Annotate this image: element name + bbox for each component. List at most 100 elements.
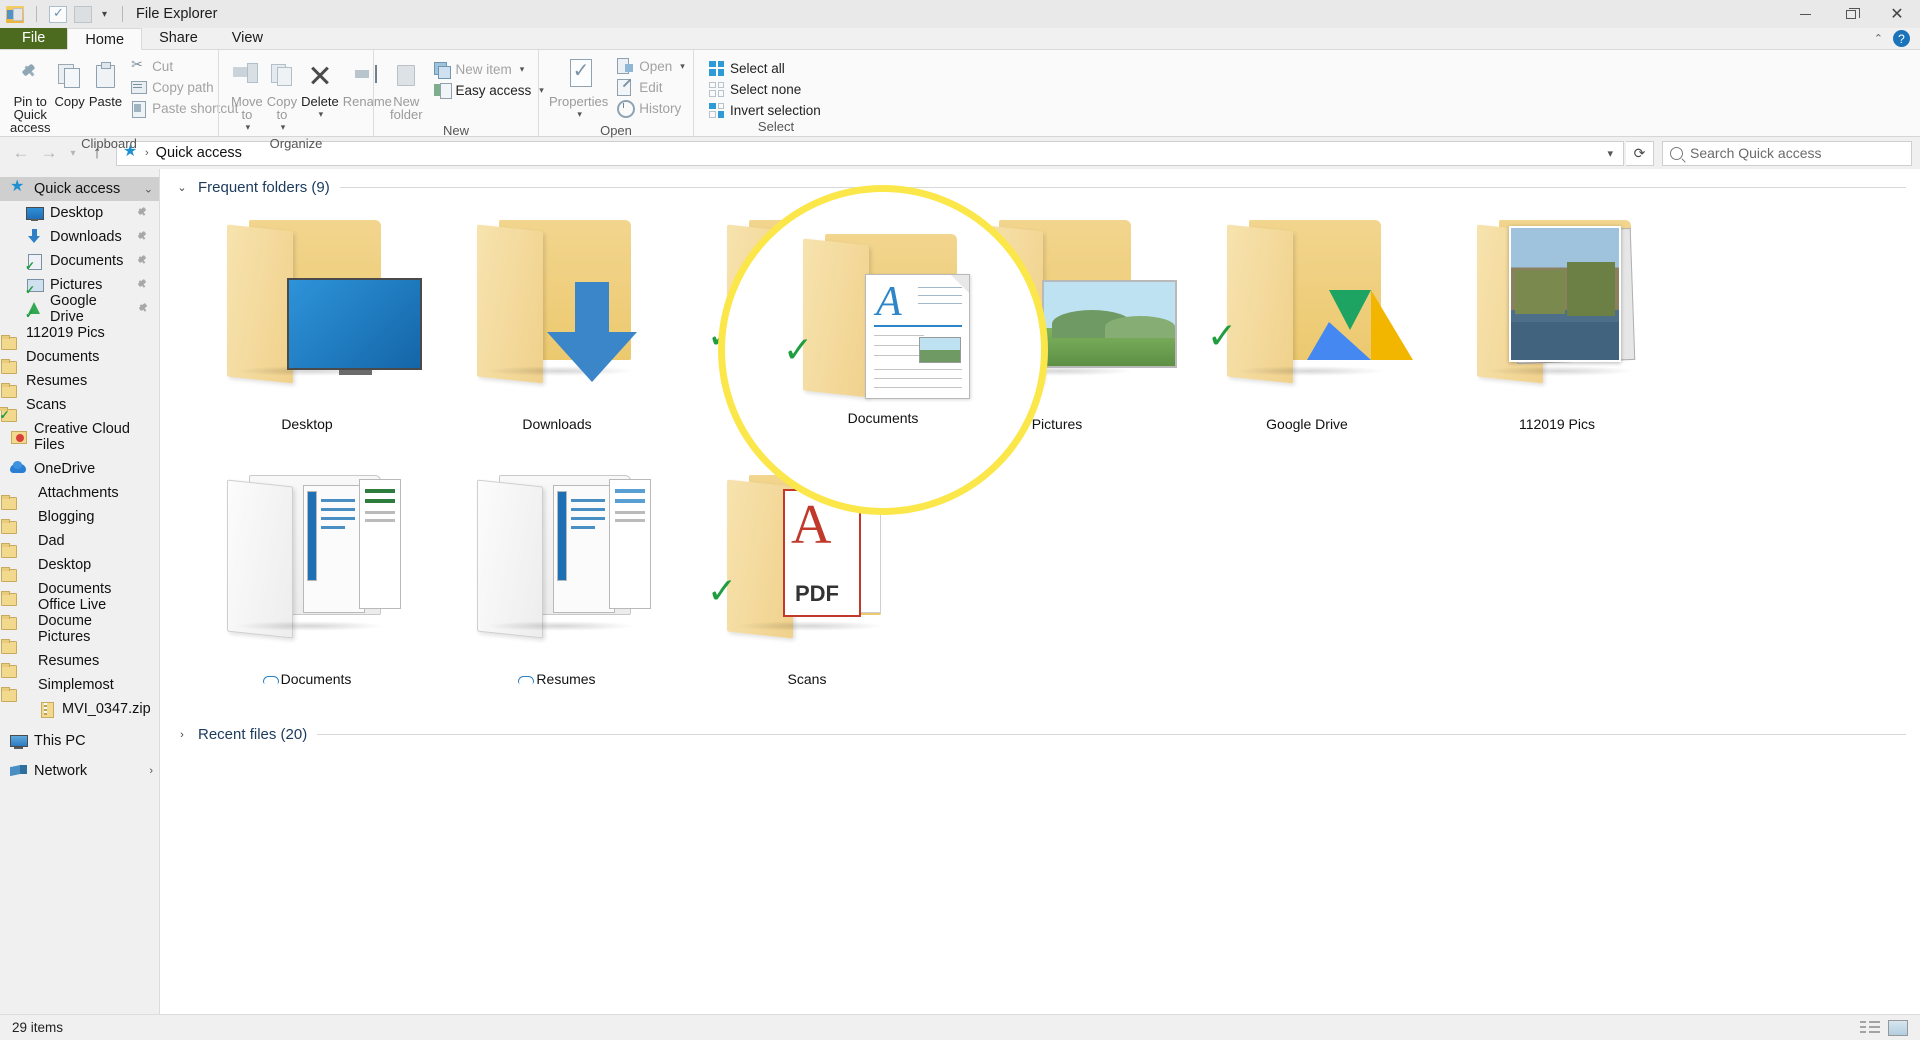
sidebar-label: MVI_0347.zip <box>62 701 151 717</box>
open-button[interactable]: Open ▾ <box>614 57 688 75</box>
sidebar-item-blogging[interactable]: Blogging <box>0 505 159 534</box>
help-icon[interactable]: ? <box>1893 30 1910 47</box>
folder-tile-desktop[interactable]: Desktop <box>182 206 432 461</box>
folder-label: Scans <box>787 671 827 687</box>
delete-button[interactable]: Delete ▾ <box>299 56 341 123</box>
sidebar-label: Downloads <box>50 229 122 245</box>
sidebar-item-desktop-onedrive[interactable]: Desktop <box>0 553 159 582</box>
sidebar-item-mvi-0347-zip[interactable]: MVI_0347.zip <box>0 697 159 721</box>
chevron-down-icon[interactable]: ⌄ <box>176 181 188 194</box>
sidebar-item-scans[interactable]: Scans <box>0 393 159 422</box>
chevron-right-icon[interactable]: › <box>176 729 188 741</box>
tab-share[interactable]: Share <box>142 27 215 49</box>
sidebar-item-downloads[interactable]: Downloads <box>0 225 159 249</box>
details-view-icon[interactable] <box>1860 1020 1880 1036</box>
select-none-button[interactable]: Select none <box>706 80 824 98</box>
folder-tile-scans[interactable]: A PDF Scans <box>682 461 932 716</box>
sidebar-item-resumes[interactable]: Resumes <box>0 369 159 398</box>
move-to-button[interactable]: Move to ▾ <box>229 56 265 136</box>
copy-button[interactable]: Copy <box>52 56 86 110</box>
sidebar-item-quick-access[interactable]: Quick access ⌄ <box>0 176 159 201</box>
sidebar-item-dad[interactable]: Dad <box>0 529 159 558</box>
paste-button[interactable]: Paste <box>87 56 124 110</box>
select-all-button[interactable]: Select all <box>706 59 824 77</box>
tab-file[interactable]: File <box>0 27 68 49</box>
invert-selection-label: Invert selection <box>730 102 821 118</box>
sidebar-item-onedrive[interactable]: OneDrive <box>0 457 159 481</box>
folder-tile-112019-pics[interactable]: 112019 Pics <box>1432 206 1682 461</box>
easy-access-button[interactable]: Easy access ▾ <box>431 81 547 99</box>
easy-access-label: Easy access <box>455 82 532 98</box>
sidebar-item-112019-pics[interactable]: 112019 Pics <box>0 321 159 350</box>
divider <box>36 6 37 22</box>
copy-to-icon <box>268 62 296 88</box>
chevron-down-icon[interactable]: ▾ <box>99 9 110 20</box>
folder-art: A <box>682 206 932 416</box>
sidebar-item-attachments[interactable]: Attachments <box>0 481 159 510</box>
tab-home[interactable]: Home <box>67 28 143 50</box>
folder-tile-documents[interactable]: A ✓ Documents <box>682 206 932 461</box>
folder-tile-pictures[interactable]: Pictures <box>932 206 1182 461</box>
edit-button[interactable]: Edit <box>614 78 688 96</box>
history-icon <box>617 100 636 118</box>
folder-label: Pictures <box>1031 416 1083 432</box>
chevron-right-icon[interactable]: › <box>149 765 153 777</box>
sidebar-item-office-live-documents[interactable]: Office Live Docume <box>0 597 159 630</box>
chevron-down-icon[interactable]: ⌄ <box>144 183 153 196</box>
history-button[interactable]: History <box>614 99 688 118</box>
cloud-icon <box>262 674 279 684</box>
refresh-button[interactable]: ⟳ <box>1626 140 1654 166</box>
folder-art <box>932 206 1182 416</box>
properties-icon[interactable] <box>49 5 67 23</box>
new-item-button[interactable]: New item ▾ <box>431 60 547 79</box>
chevron-down-icon[interactable]: ▾ <box>1603 147 1617 160</box>
section-header-recent-files[interactable]: › Recent files (20) <box>172 716 1920 747</box>
new-folder-icon[interactable] <box>74 5 92 23</box>
sidebar-item-google-drive[interactable]: Google Drive <box>0 293 159 325</box>
copy-path-icon <box>131 80 148 95</box>
cut-label: Cut <box>152 58 174 74</box>
copy-to-button[interactable]: Copy to ▾ <box>265 56 299 136</box>
sidebar-item-resumes-onedrive[interactable]: Resumes <box>0 649 159 678</box>
sidebar-item-network[interactable]: Network › <box>0 759 159 783</box>
chevron-down-icon: ▾ <box>245 122 251 132</box>
tab-view[interactable]: View <box>215 27 280 49</box>
folder-tile-google-drive[interactable]: Google Drive <box>1182 206 1432 461</box>
sidebar-item-documents[interactable]: Documents <box>0 249 159 273</box>
close-button[interactable]: ✕ <box>1874 0 1920 28</box>
large-icons-view-icon[interactable] <box>1888 1019 1908 1036</box>
chevron-down-icon: ▾ <box>680 60 685 71</box>
folder-tile-downloads[interactable]: Downloads <box>432 206 682 461</box>
sidebar-item-this-pc[interactable]: This PC <box>0 729 159 753</box>
document-thumbnail: A <box>789 260 894 385</box>
pin-to-quick-access-button[interactable]: Pin to Quick access <box>8 56 52 136</box>
frequent-folders-grid: Desktop Downloads A ✓ Documents ✓ Pictur… <box>172 200 1920 716</box>
properties-button[interactable]: Properties ▾ <box>547 56 610 123</box>
onedrive-icon <box>10 461 27 477</box>
sidebar-item-pictures-onedrive[interactable]: Pictures <box>0 625 159 654</box>
section-header-frequent-folders[interactable]: ⌄ Frequent folders (9) <box>172 169 1920 200</box>
sidebar-item-documents-2[interactable]: Documents <box>0 345 159 374</box>
sidebar-item-desktop[interactable]: Desktop <box>0 201 159 225</box>
new-folder-button[interactable]: New folder <box>388 56 425 123</box>
ribbon-group-open: Properties ▾ Open ▾ Edit History Op <box>538 50 693 138</box>
new-folder-icon <box>393 62 419 88</box>
title-bar: ▾ File Explorer ✕ <box>0 0 1920 28</box>
sidebar-item-creative-cloud-files[interactable]: Creative Cloud Files <box>0 421 159 453</box>
maximize-button[interactable] <box>1828 0 1874 28</box>
pin-to-quick-access-label: Pin to Quick access <box>10 94 51 135</box>
sidebar-label: Quick access <box>34 181 121 197</box>
sidebar-item-simplemost[interactable]: Simplemost <box>0 673 159 702</box>
chevron-up-icon[interactable]: ⌃ <box>1874 32 1883 45</box>
invert-selection-button[interactable]: Invert selection <box>706 101 824 119</box>
folder-tile-documents-onedrive[interactable]: Documents <box>182 461 432 716</box>
folder-tile-resumes[interactable]: Resumes <box>432 461 682 716</box>
monitor-thumbnail <box>287 278 422 375</box>
minimize-button[interactable] <box>1782 0 1828 28</box>
search-box[interactable]: Search Quick access <box>1662 140 1912 166</box>
divider <box>122 6 124 22</box>
edit-icon <box>617 79 633 96</box>
ribbon-group-clipboard: Pin to Quick access Copy Paste Cut Copy … <box>0 50 238 152</box>
navigation-pane: Quick access ⌄ Desktop Downloads Documen… <box>0 169 160 1014</box>
section-title: Frequent folders (9) <box>198 179 330 196</box>
